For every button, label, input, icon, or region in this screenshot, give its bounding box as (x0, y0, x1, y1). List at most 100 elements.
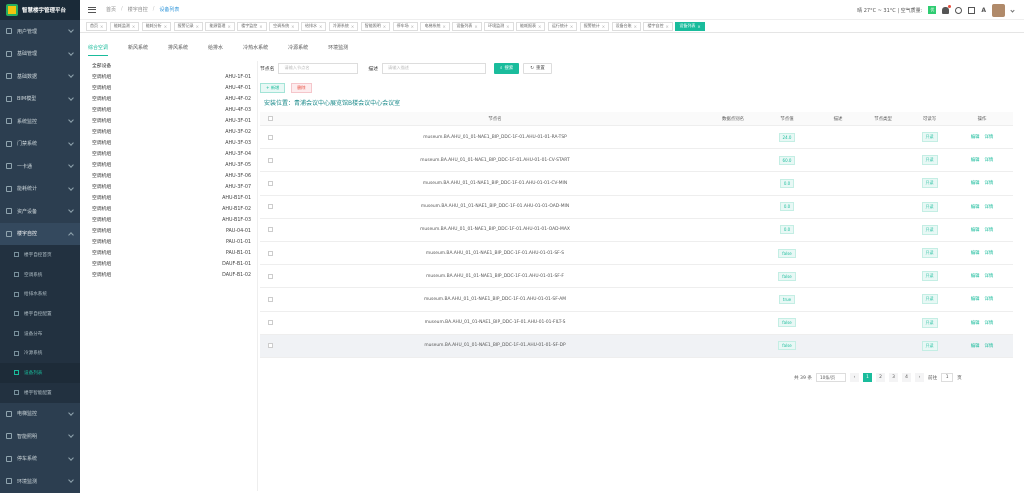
search-button[interactable]: ⌕ 搜索 (494, 62, 520, 74)
page-jump-input[interactable]: 1 (941, 373, 954, 382)
edit-link[interactable]: 编辑 (971, 250, 980, 256)
tree-node[interactable]: 空调机组 AHU-1F-01 (92, 72, 257, 83)
close-icon[interactable]: × (506, 24, 509, 29)
node-name-input[interactable]: 请输入节点名 (278, 62, 359, 74)
row-checkbox[interactable] (260, 273, 280, 279)
sidebar-bottom-item-3[interactable]: 环境监测 (0, 470, 80, 493)
tab-1[interactable]: 新风系统 (128, 40, 148, 56)
tag-6[interactable]: 空调系统 × (269, 21, 299, 31)
detail-link[interactable]: 详情 (985, 273, 994, 279)
tag-12[interactable]: 设备列表 × (452, 21, 482, 31)
tree-node[interactable]: 空调机组 AHU-4F-02 (92, 94, 257, 105)
detail-link[interactable]: 详情 (985, 320, 994, 326)
tree-node[interactable]: 空调机组 AHU-3F-04 (92, 149, 257, 160)
close-icon[interactable]: × (259, 24, 262, 29)
avatar[interactable] (992, 3, 1005, 17)
tree-node[interactable]: 空调机组 PAU-B1-01 (92, 248, 257, 259)
tag-0[interactable]: 首页 × (86, 21, 108, 31)
detail-link[interactable]: 详情 (985, 134, 994, 140)
page-button[interactable]: 1 (862, 373, 872, 382)
edit-link[interactable]: 编辑 (971, 343, 980, 349)
tab-2[interactable]: 排风系统 (168, 40, 188, 56)
sidebar-item-2[interactable]: 基础数据 (0, 65, 80, 88)
submenu-item-2[interactable]: 给排水系统 (0, 284, 80, 304)
breadcrumb-home[interactable]: 首页 (106, 6, 116, 13)
edit-link[interactable]: 编辑 (971, 227, 980, 233)
tree-node[interactable]: 空调机组 PAU-04-01 (92, 226, 257, 237)
tree-node[interactable]: 空调机组 AHU-B1F-01 (92, 193, 257, 204)
page-button[interactable]: 3 (888, 373, 898, 382)
table-row[interactable]: museum.BA.AHU_01_01-NAE1_BIP_DDC-1F-01.A… (260, 196, 1013, 219)
tag-17[interactable]: 设备台账 × (611, 21, 641, 31)
close-icon[interactable]: × (351, 24, 354, 29)
tag-3[interactable]: 报警记录 × (173, 21, 203, 31)
edit-link[interactable]: 编辑 (971, 157, 980, 163)
chevron-down-icon[interactable] (1010, 7, 1015, 13)
tree-node[interactable]: 空调机组 AHU-B1F-03 (92, 215, 257, 226)
table-row[interactable]: museum.BA.AHU_01_01-NAE1_BIP_DDC-1F-01.A… (260, 265, 1013, 289)
close-icon[interactable]: × (164, 24, 167, 29)
detail-link[interactable]: 详情 (985, 157, 994, 163)
tag-1[interactable]: 能耗监测 × (109, 21, 140, 31)
tag-16[interactable]: 报警统计 × (579, 21, 610, 31)
next-page-button[interactable]: › (914, 373, 924, 382)
edit-link[interactable]: 编辑 (971, 296, 980, 302)
tree-node[interactable]: 空调机组 DAUF-B1-02 (92, 270, 257, 281)
detail-link[interactable]: 详情 (985, 227, 994, 233)
row-checkbox[interactable] (260, 204, 280, 210)
search-icon[interactable] (955, 6, 963, 14)
row-checkbox[interactable] (260, 250, 280, 256)
tab-5[interactable]: 冷源系统 (288, 40, 308, 56)
sidebar-bottom-item-1[interactable]: 智能照明 (0, 425, 80, 448)
close-icon[interactable]: × (634, 24, 637, 29)
sidebar-bottom-item-2[interactable]: 停车系统 (0, 448, 80, 471)
close-icon[interactable]: × (602, 24, 605, 29)
sidebar-item-7[interactable]: 能耗统计 (0, 178, 80, 201)
row-checkbox[interactable] (260, 134, 280, 140)
sidebar-bottom-item-0[interactable]: 电梯监控 (0, 403, 80, 426)
tree-node[interactable]: 空调机组 PAU-01-01 (92, 237, 257, 248)
row-checkbox[interactable] (260, 227, 280, 233)
logo[interactable]: 智慧楼宇管理平台 (0, 0, 80, 20)
detail-link[interactable]: 详情 (985, 296, 994, 302)
edit-link[interactable]: 编辑 (971, 273, 980, 279)
add-button[interactable]: + 新增 (260, 83, 286, 93)
bell-icon[interactable] (942, 4, 952, 14)
description-input[interactable]: 请输入描述 (382, 62, 487, 74)
select-all-checkbox[interactable] (260, 116, 280, 121)
font-size-icon[interactable]: A (981, 7, 986, 14)
close-icon[interactable]: × (291, 24, 294, 29)
reset-button[interactable]: ↻ 重置 (523, 62, 552, 74)
tree-node[interactable]: 空调机组 AHU-3F-03 (92, 138, 257, 149)
table-row[interactable]: museum.BA.AHU_01_01-NAE1_BIP_DDC-1F-01.A… (260, 219, 1013, 242)
close-icon[interactable]: × (227, 24, 230, 29)
sidebar-item-6[interactable]: 一卡通 (0, 155, 80, 178)
submenu-item-1[interactable]: 空调系统 (0, 265, 80, 285)
tag-2[interactable]: 能耗分析 × (141, 21, 172, 31)
page-button[interactable]: 2 (875, 373, 885, 382)
detail-link[interactable]: 详情 (985, 204, 994, 210)
table-row[interactable]: museum.BA.AHU_01_01-NAE1_BIP_DDC-1F-01.A… (260, 312, 1013, 335)
tag-10[interactable]: 停车场 × (392, 21, 418, 31)
close-icon[interactable]: × (665, 24, 668, 29)
submenu-item-3[interactable]: 楼宇自控配置 (0, 304, 80, 324)
submenu-item-7[interactable]: 楼宇智能配置 (0, 383, 80, 403)
table-row[interactable]: museum.BA.AHU_01_01-NAE1_BIP_DDC-1F-01.A… (260, 334, 1013, 358)
close-icon[interactable]: × (442, 24, 445, 29)
tree-root[interactable]: 全部设备 (92, 61, 257, 72)
edit-link[interactable]: 编辑 (971, 180, 980, 186)
submenu-item-6[interactable]: 设备列表 (0, 363, 80, 383)
tag-11[interactable]: 电梯系统 × (420, 21, 450, 31)
edit-link[interactable]: 编辑 (971, 134, 980, 140)
tree-node[interactable]: 空调机组 DAUF-B1-01 (92, 259, 257, 270)
close-icon[interactable]: × (383, 24, 386, 29)
tab-4[interactable]: 冷热水系统 (243, 40, 268, 56)
tag-18[interactable]: 楼宇自控 × (643, 21, 673, 31)
table-row[interactable]: museum.BA.AHU_01_01-NAE1_BIP_DDC-1F-01.A… (260, 288, 1013, 312)
tag-14[interactable]: 能耗报表 × (516, 21, 546, 31)
table-row[interactable]: museum.BA.AHU_01_01-NAE1_BIP_DDC-1F-01.A… (260, 149, 1013, 173)
sidebar-item-8[interactable]: 资产设备 (0, 200, 80, 223)
row-checkbox[interactable] (260, 180, 280, 186)
tag-7[interactable]: 给排水 × (301, 21, 327, 31)
tag-13[interactable]: 环境监测 × (484, 21, 514, 31)
